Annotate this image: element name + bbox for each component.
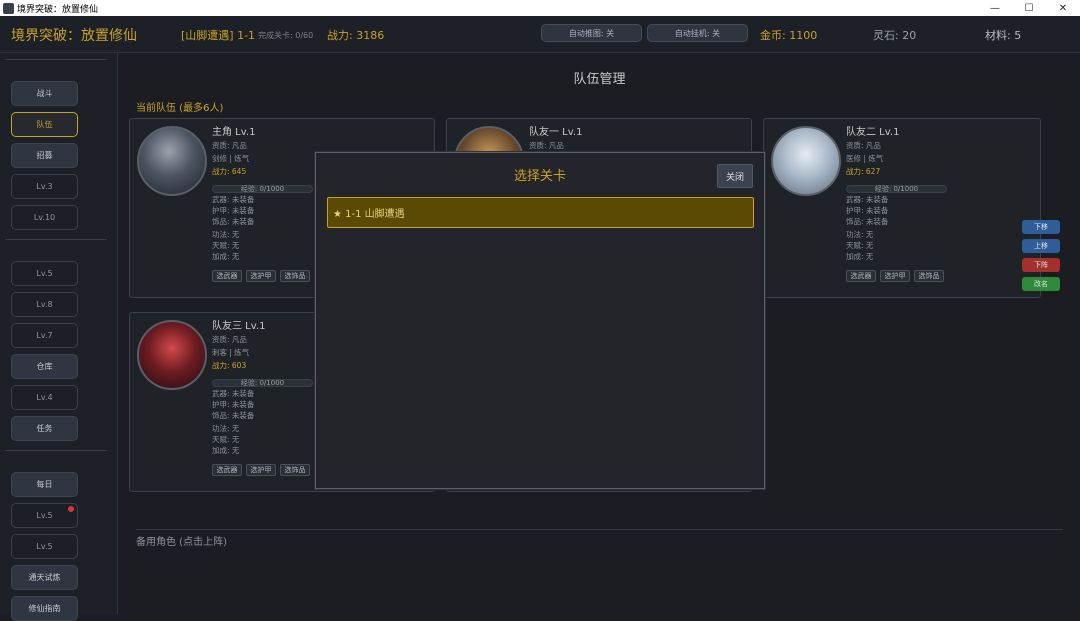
select-weapon-button[interactable]: 选武器 [846, 270, 876, 282]
maximize-button[interactable]: ☐ [1012, 0, 1046, 16]
weapon-slot: 武器: 未装备 [846, 195, 889, 204]
talent-slot: 天赋: 无 [846, 241, 874, 250]
close-window-button[interactable]: ✕ [1046, 0, 1080, 16]
nav-guide[interactable]: 修仙指南 [11, 596, 78, 621]
bonus-slot: 加成: 无 [846, 252, 874, 261]
page-title: 队伍管理 [573, 72, 626, 87]
character-name: 队友三 Lv.1 [212, 321, 266, 332]
nav-label: Lv.5 [36, 511, 53, 520]
top-status-bar: 境界突破：放置修仙 [山脚遭遇] 1-1 完成关卡: 0/60 战力: 3186… [0, 16, 1080, 53]
bonus-slot: 加成: 无 [212, 446, 240, 455]
nav-locked-lv3[interactable]: Lv.3 [11, 174, 78, 199]
nav-locked-lv4[interactable]: Lv.4 [11, 385, 78, 410]
accessory-slot: 饰品: 未装备 [846, 217, 889, 226]
character-aptitude: 资质: 凡品 [212, 141, 247, 150]
character-name: 主角 Lv.1 [212, 127, 256, 138]
team-power: 战力: 3186 [327, 29, 385, 42]
bench-divider [136, 529, 1063, 530]
auto-push-toggle[interactable]: 自动推图: 关 [541, 24, 642, 42]
lingshi-amount: 灵石: 20 [873, 29, 917, 42]
sidebar-divider [5, 59, 107, 60]
accessory-slot: 饰品: 未装备 [212, 217, 255, 226]
window-title: 境界突破：放置修仙 [17, 4, 99, 15]
skill-slot: 功法: 无 [212, 424, 240, 433]
nav-trial-tower[interactable]: 通天试炼 [11, 565, 78, 590]
select-armor-button[interactable]: 选护甲 [246, 270, 276, 282]
character-avatar [771, 126, 841, 196]
character-aptitude: 资质: 凡品 [846, 141, 881, 150]
select-armor-button[interactable]: 选护甲 [246, 464, 276, 476]
weapon-slot: 武器: 未装备 [212, 389, 255, 398]
select-accessory-button[interactable]: 选饰品 [280, 464, 310, 476]
select-weapon-button[interactable]: 选武器 [212, 464, 242, 476]
nav-warehouse[interactable]: 仓库 [11, 354, 78, 379]
nav-locked-lv5-b[interactable]: Lv.5 [11, 503, 78, 528]
nav-recruit[interactable]: 招募 [11, 143, 78, 168]
accessory-slot: 饰品: 未装备 [212, 411, 255, 420]
current-stage: [山脚遭遇] 1-1 [181, 29, 256, 42]
unequip-member-button[interactable]: 下阵 [1022, 258, 1060, 272]
app-icon [3, 2, 14, 14]
exp-bar: 经验: 0/1000 [846, 185, 947, 193]
armor-slot: 护甲: 未装备 [846, 206, 889, 215]
skill-slot: 功法: 无 [846, 230, 874, 239]
character-power: 战力: 645 [212, 167, 247, 176]
nav-locked-lv5[interactable]: Lv.5 [11, 261, 78, 286]
character-avatar [137, 320, 207, 390]
character-avatar [137, 126, 207, 196]
sidebar-divider [5, 239, 107, 240]
minimize-button[interactable]: — [978, 0, 1012, 16]
bench-label: 备用角色 (点击上阵) [136, 537, 227, 548]
stage-select-dialog: 选择关卡 关闭 ★ 1-1 山脚遭遇 [315, 152, 765, 489]
character-power: 战力: 627 [846, 167, 881, 176]
sidebar-divider [5, 450, 107, 451]
dialog-close-button[interactable]: 关闭 [717, 164, 753, 188]
weapon-slot: 武器: 未装备 [212, 195, 255, 204]
character-name: 队友二 Lv.1 [846, 127, 900, 138]
nav-team[interactable]: 队伍 [11, 112, 78, 137]
game-title: 境界突破：放置修仙 [11, 28, 137, 44]
rename-button[interactable]: 改名 [1022, 277, 1060, 291]
talent-slot: 天赋: 无 [212, 241, 240, 250]
nav-battle[interactable]: 战斗 [11, 81, 78, 106]
talent-slot: 天赋: 无 [212, 435, 240, 444]
character-role: 医修 | 炼气 [846, 154, 884, 163]
window-titlebar: 境界突破：放置修仙 — ☐ ✕ [0, 0, 1080, 16]
move-up-button[interactable]: 上移 [1022, 239, 1060, 253]
character-name: 队友一 Lv.1 [529, 127, 583, 138]
material-amount: 材料: 5 [985, 29, 1022, 42]
nav-daily[interactable]: 每日 [11, 472, 78, 497]
nav-locked-lv10[interactable]: Lv.10 [11, 205, 78, 230]
nav-tasks[interactable]: 任务 [11, 416, 78, 441]
character-power: 战力: 603 [212, 361, 247, 370]
exp-bar: 经验: 0/1000 [212, 185, 313, 193]
nav-locked-lv8[interactable]: Lv.8 [11, 292, 78, 317]
character-aptitude: 资质: 凡品 [529, 141, 564, 150]
select-armor-button[interactable]: 选护甲 [880, 270, 910, 282]
exp-bar: 经验: 0/1000 [212, 379, 313, 387]
nav-locked-lv7[interactable]: Lv.7 [11, 323, 78, 348]
character-role: 刺客 | 炼气 [212, 348, 250, 357]
nav-locked-lv5-c[interactable]: Lv.5 [11, 534, 78, 559]
select-accessory-button[interactable]: 选饰品 [914, 270, 944, 282]
bonus-slot: 加成: 无 [212, 252, 240, 261]
select-accessory-button[interactable]: 选饰品 [280, 270, 310, 282]
gold-amount: 金币: 1100 [760, 29, 818, 42]
armor-slot: 护甲: 未装备 [212, 400, 255, 409]
notification-dot [68, 506, 74, 512]
skill-slot: 功法: 无 [212, 230, 240, 239]
character-card-ally2[interactable]: 队友二 Lv.1 资质: 凡品 医修 | 炼气 战力: 627 经验: 0/10… [763, 118, 1041, 298]
armor-slot: 护甲: 未装备 [212, 206, 255, 215]
character-aptitude: 资质: 凡品 [212, 335, 247, 344]
select-weapon-button[interactable]: 选武器 [212, 270, 242, 282]
auto-idle-toggle[interactable]: 自动挂机: 关 [647, 24, 748, 42]
character-role: 剑修 | 炼气 [212, 154, 250, 163]
team-label: 当前队伍 (最多6人) [136, 103, 224, 114]
dialog-title: 选择关卡 [513, 169, 566, 184]
stage-progress: 完成关卡: 0/60 [258, 31, 314, 40]
stage-list-item[interactable]: ★ 1-1 山脚遭遇 [327, 197, 754, 228]
sidebar-nav: 战斗 队伍 招募 Lv.3 Lv.10 Lv.5 Lv.8 Lv.7 仓库 Lv… [0, 53, 118, 621]
move-down-button[interactable]: 下移 [1022, 220, 1060, 234]
